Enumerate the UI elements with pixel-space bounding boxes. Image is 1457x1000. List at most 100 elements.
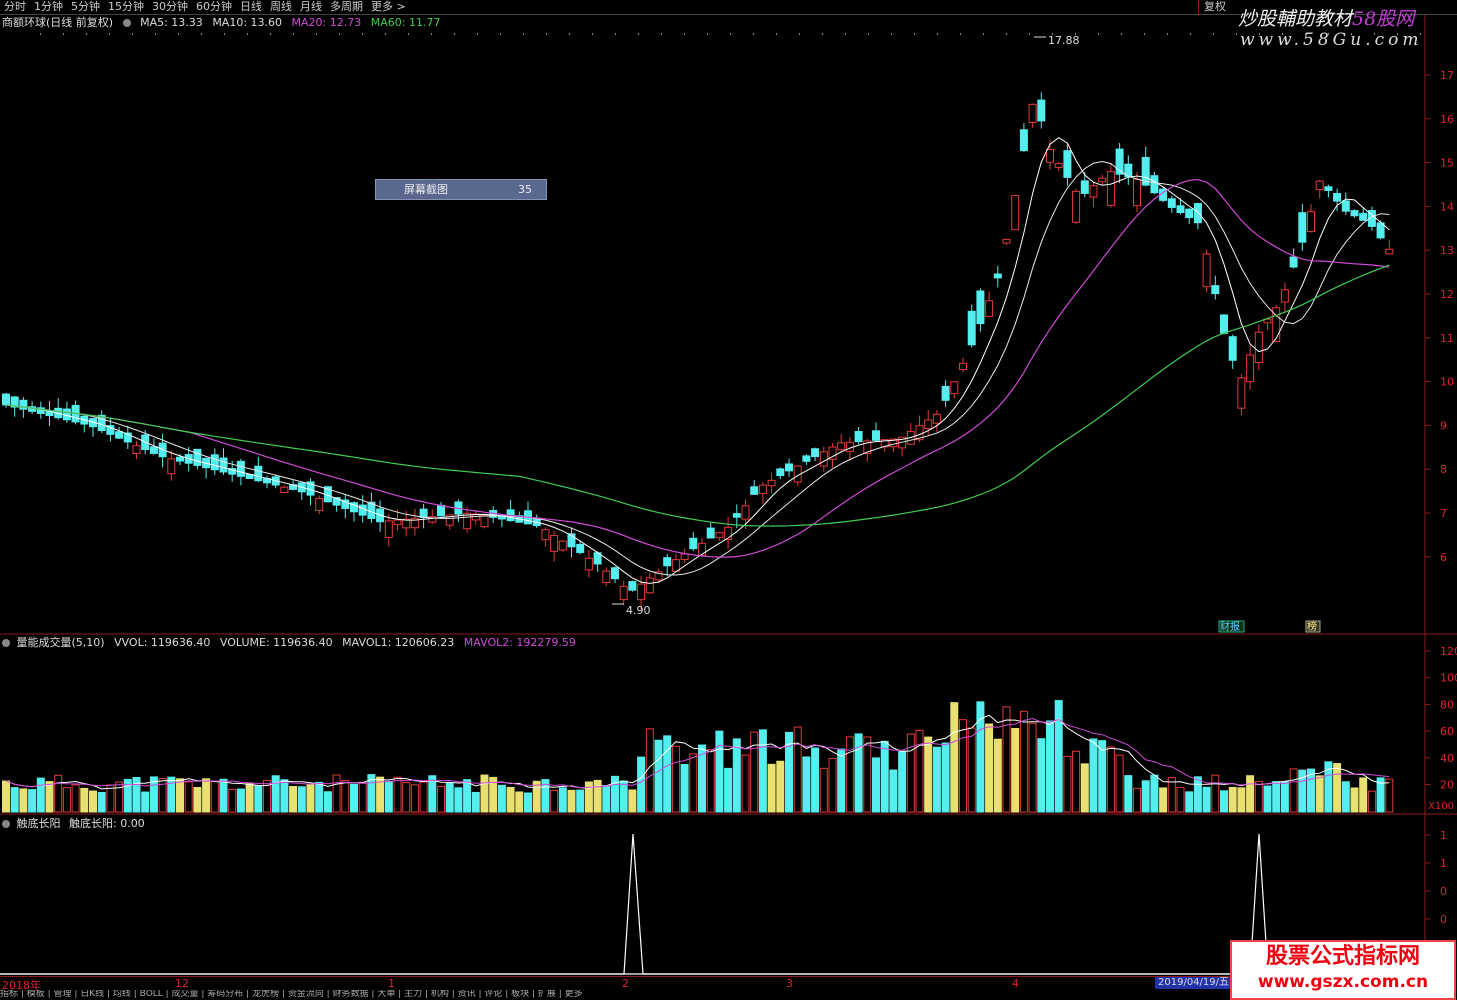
top-dot: [155, 33, 156, 35]
candle-body: [576, 543, 585, 554]
candle-body: [1228, 336, 1237, 361]
top-dot: [799, 33, 800, 35]
candle-body: [698, 542, 706, 556]
candle-body: [1054, 162, 1063, 168]
bottom-tab-bar[interactable]: 指标 | 模板 | 管理 | 日K线 | 均线 | BOLL | 成交量 | 筹…: [0, 990, 1230, 999]
volume-bar: [28, 789, 37, 813]
volume-bar: [889, 769, 898, 813]
candle-body: [419, 508, 428, 519]
watermark-text: 炒股輔助教材: [1238, 8, 1353, 30]
top-dot: [1029, 33, 1030, 35]
volume-bar: [332, 774, 341, 813]
volume-bar: [863, 736, 872, 813]
top-dot: [316, 33, 317, 35]
volume-bar: [1359, 777, 1368, 813]
popup-count: 35: [518, 183, 532, 196]
y-tick-label: 9: [1440, 419, 1447, 432]
touch-bottom-signal-line: [0, 833, 1425, 975]
volume-title: 量能成交量(5,10): [16, 636, 105, 649]
top-dot: [408, 33, 409, 35]
volume-bar: [1019, 710, 1028, 813]
candle-body: [219, 457, 228, 473]
volume-bar: [602, 785, 611, 813]
top-dot: [454, 33, 455, 35]
volume-bar: [71, 784, 80, 813]
mavol1-line: [5, 714, 1390, 790]
volume-bar: [497, 784, 506, 813]
volume-bar: [1315, 775, 1324, 813]
volume-bar: [184, 781, 193, 813]
watermark-url: www.gszx.com.cn: [1257, 972, 1429, 992]
volume-bar: [802, 756, 811, 813]
top-dot: [960, 33, 961, 35]
candle-body: [1185, 208, 1194, 219]
y-tick-label: 14: [1440, 200, 1454, 213]
screenshot-popup[interactable]: 屏幕截图 35: [375, 179, 547, 200]
volume-bar: [628, 789, 637, 813]
candle-body: [628, 581, 637, 591]
top-dot: [1144, 33, 1145, 35]
candle-body: [872, 430, 880, 441]
event-tag-list[interactable]: 榜: [1307, 620, 1317, 633]
candle-body: [167, 458, 176, 475]
volume-bar: [210, 780, 219, 813]
popup-name: 屏幕截图: [404, 183, 448, 196]
candle-body: [437, 504, 445, 517]
volume-bar: [584, 781, 593, 813]
candle-body: [802, 455, 811, 462]
volume-bar: [1141, 780, 1150, 813]
indicator-panel-title: 触底长阳 触底长阳: 0.00: [2, 817, 145, 831]
candle-body: [1106, 171, 1115, 206]
candle-body: [1211, 285, 1220, 295]
candle-body: [1254, 331, 1263, 364]
volume-bar: [97, 791, 106, 813]
volume-bar: [1333, 763, 1342, 813]
top-dot: [385, 33, 386, 35]
y-tick-label: 17: [1440, 69, 1454, 82]
top-dot: [40, 33, 41, 35]
candle-body: [637, 583, 646, 601]
volume-bar: [236, 788, 245, 813]
y-tick-label: 0: [1440, 885, 1447, 898]
settings-dot-icon[interactable]: [2, 639, 10, 647]
y-tick-label: 13: [1440, 244, 1454, 257]
settings-dot-icon[interactable]: [2, 820, 10, 828]
volume-bar: [2, 780, 10, 813]
volume-bar: [1367, 790, 1376, 813]
volume-bar: [228, 788, 237, 813]
candle-body: [741, 505, 750, 520]
watermark-text: 股票公式指标网: [1265, 944, 1420, 969]
date-label: 3: [786, 977, 793, 990]
volume-bar: [1237, 787, 1246, 813]
volume-bar: [1289, 768, 1298, 813]
candle-body: [210, 454, 219, 471]
volume-bar: [741, 754, 750, 813]
volume-bar: [45, 781, 54, 813]
mavol1-value: MAVOL1: 120606.23: [342, 636, 455, 649]
candle-body: [976, 290, 985, 325]
candle-body: [645, 577, 654, 594]
volume-bar: [898, 750, 907, 813]
volume-bar: [280, 779, 289, 813]
stock-chart[interactable]: 17161514131211109876 12010080604020 1100…: [0, 0, 1457, 999]
date-label: 1: [388, 977, 395, 990]
event-tag-report[interactable]: 财报: [1220, 620, 1240, 633]
volume-bar: [793, 726, 802, 813]
candle-body: [680, 553, 689, 561]
volume-bar: [1072, 750, 1081, 813]
candle-body: [550, 534, 559, 552]
candle-body: [2, 393, 10, 406]
candle-body: [750, 486, 759, 495]
volume-bar: [410, 784, 419, 813]
candle-body: [1237, 377, 1246, 409]
candle-body: [758, 484, 767, 495]
volume-bar: [724, 767, 733, 813]
top-dot: [362, 33, 363, 35]
volume-bar: [1176, 786, 1185, 813]
candle-body: [776, 468, 785, 477]
volume-bar: [402, 782, 411, 813]
candle-body: [1098, 177, 1107, 183]
candle-body: [1037, 99, 1046, 122]
candle-body: [924, 419, 933, 430]
candle-body: [811, 448, 820, 458]
